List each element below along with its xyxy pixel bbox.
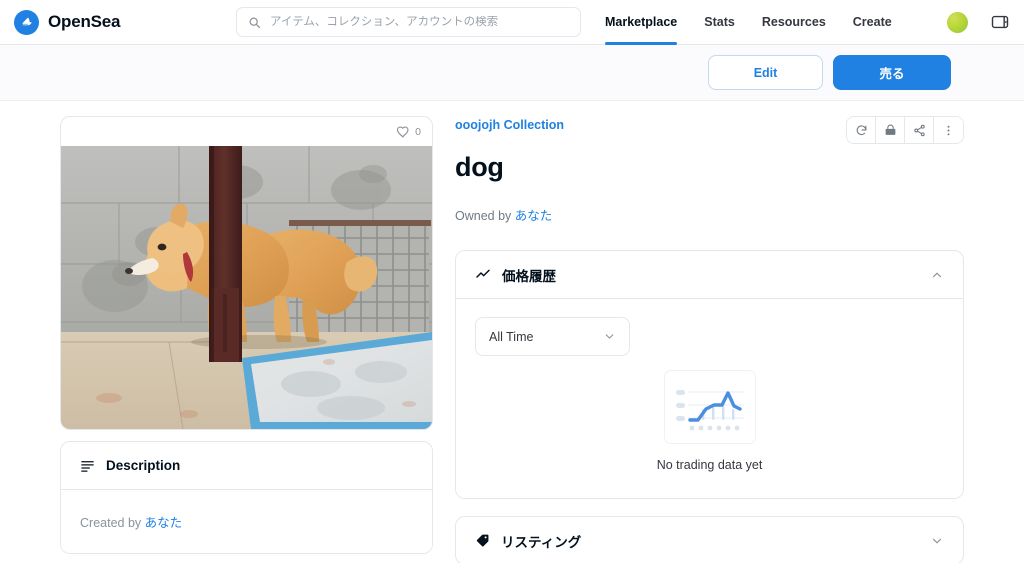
image-card-header: 0 bbox=[61, 117, 432, 146]
opensea-sailboat-logo-icon bbox=[14, 9, 39, 35]
description-card: Description Created by あなた bbox=[60, 441, 433, 554]
item-page-content: 0 Description Created by あなた ooojojh Col… bbox=[0, 101, 1024, 563]
price-history-empty-text: No trading data yet bbox=[656, 458, 763, 472]
nav-right-group bbox=[947, 11, 1024, 33]
created-by-row: Created by あなた bbox=[80, 512, 413, 531]
transfer-button[interactable] bbox=[876, 117, 905, 143]
right-column: ooojojh Collection dog Owned by あなた 価格履歴… bbox=[455, 116, 964, 563]
refresh-metadata-button[interactable] bbox=[847, 117, 876, 143]
item-actions-group bbox=[846, 116, 964, 144]
nav-label-resources: Resources bbox=[761, 15, 826, 29]
left-column: 0 Description Created by あなた bbox=[60, 116, 433, 563]
nav-item-marketplace[interactable]: Marketplace bbox=[605, 0, 678, 45]
nav-label-create: Create bbox=[852, 15, 892, 29]
price-history-panel-title: 価格履歴 bbox=[502, 268, 556, 284]
more-options-button[interactable] bbox=[934, 117, 963, 143]
listings-card: リスティング bbox=[455, 516, 964, 563]
like-count-text: 0 bbox=[415, 125, 421, 138]
chevron-down-icon bbox=[603, 330, 616, 343]
chevron-up-icon[interactable] bbox=[930, 268, 944, 282]
wallet-icon[interactable] bbox=[990, 12, 1010, 32]
brand-logo-link[interactable]: OpenSea bbox=[0, 9, 236, 35]
creator-link[interactable]: あなた bbox=[145, 516, 183, 530]
listings-panel-header[interactable]: リスティング bbox=[456, 517, 963, 563]
refresh-icon bbox=[855, 124, 868, 137]
item-action-bar: Edit 売る bbox=[0, 45, 1024, 101]
item-header-text: ooojojh Collection dog Owned by あなた bbox=[455, 116, 564, 224]
nav-item-create[interactable]: Create bbox=[853, 0, 892, 45]
chart-line-icon bbox=[475, 267, 491, 283]
description-panel-title: Description bbox=[106, 458, 181, 473]
sell-button[interactable]: 売る bbox=[833, 55, 951, 90]
search-icon bbox=[248, 16, 261, 29]
listings-panel-title: リスティング bbox=[501, 534, 582, 550]
nft-image-card: 0 bbox=[60, 116, 433, 430]
user-avatar-icon[interactable] bbox=[947, 11, 968, 33]
nav-item-resources[interactable]: Resources bbox=[762, 0, 826, 45]
nav-label-stats: Stats bbox=[704, 15, 735, 29]
share-icon bbox=[913, 124, 926, 137]
owned-by-row: Owned by あなた bbox=[455, 205, 564, 224]
more-vertical-icon bbox=[942, 124, 955, 137]
main-nav: Marketplace Stats Resources Create bbox=[605, 0, 892, 45]
brand-name-text: OpenSea bbox=[48, 12, 121, 31]
search-bar[interactable] bbox=[236, 7, 581, 37]
nft-image[interactable] bbox=[61, 146, 432, 429]
time-range-value: All Time bbox=[489, 329, 534, 344]
price-history-panel-body: All Time No trading data yet bbox=[456, 298, 963, 498]
price-history-empty-state: No trading data yet bbox=[475, 370, 944, 472]
edit-button[interactable]: Edit bbox=[708, 55, 823, 90]
description-panel-header[interactable]: Description bbox=[61, 442, 432, 489]
collection-link[interactable]: ooojojh Collection bbox=[455, 118, 564, 132]
search-input[interactable] bbox=[270, 16, 569, 28]
transfer-icon bbox=[884, 124, 897, 137]
heart-icon[interactable] bbox=[396, 125, 410, 139]
list-lines-icon bbox=[80, 458, 95, 473]
share-button[interactable] bbox=[905, 117, 934, 143]
nav-item-stats[interactable]: Stats bbox=[704, 0, 735, 45]
time-range-select[interactable]: All Time bbox=[475, 317, 630, 356]
tag-icon bbox=[475, 533, 490, 548]
created-by-label: Created by bbox=[80, 516, 142, 530]
page-title: dog bbox=[455, 152, 504, 182]
top-navigation-bar: OpenSea Marketplace Stats Resources Crea… bbox=[0, 0, 1024, 45]
item-header: ooojojh Collection dog Owned by あなた bbox=[455, 116, 964, 224]
nav-label-marketplace: Marketplace bbox=[605, 15, 678, 29]
owner-link[interactable]: あなた bbox=[515, 209, 553, 223]
description-panel-body: Created by あなた bbox=[61, 489, 432, 553]
price-history-card: 価格履歴 All Time No trading data yet bbox=[455, 250, 964, 499]
chevron-down-icon[interactable] bbox=[930, 534, 944, 548]
line-chart-placeholder-icon bbox=[663, 370, 756, 444]
price-history-panel-header[interactable]: 価格履歴 bbox=[456, 251, 963, 298]
owned-by-label: Owned by bbox=[455, 209, 512, 223]
